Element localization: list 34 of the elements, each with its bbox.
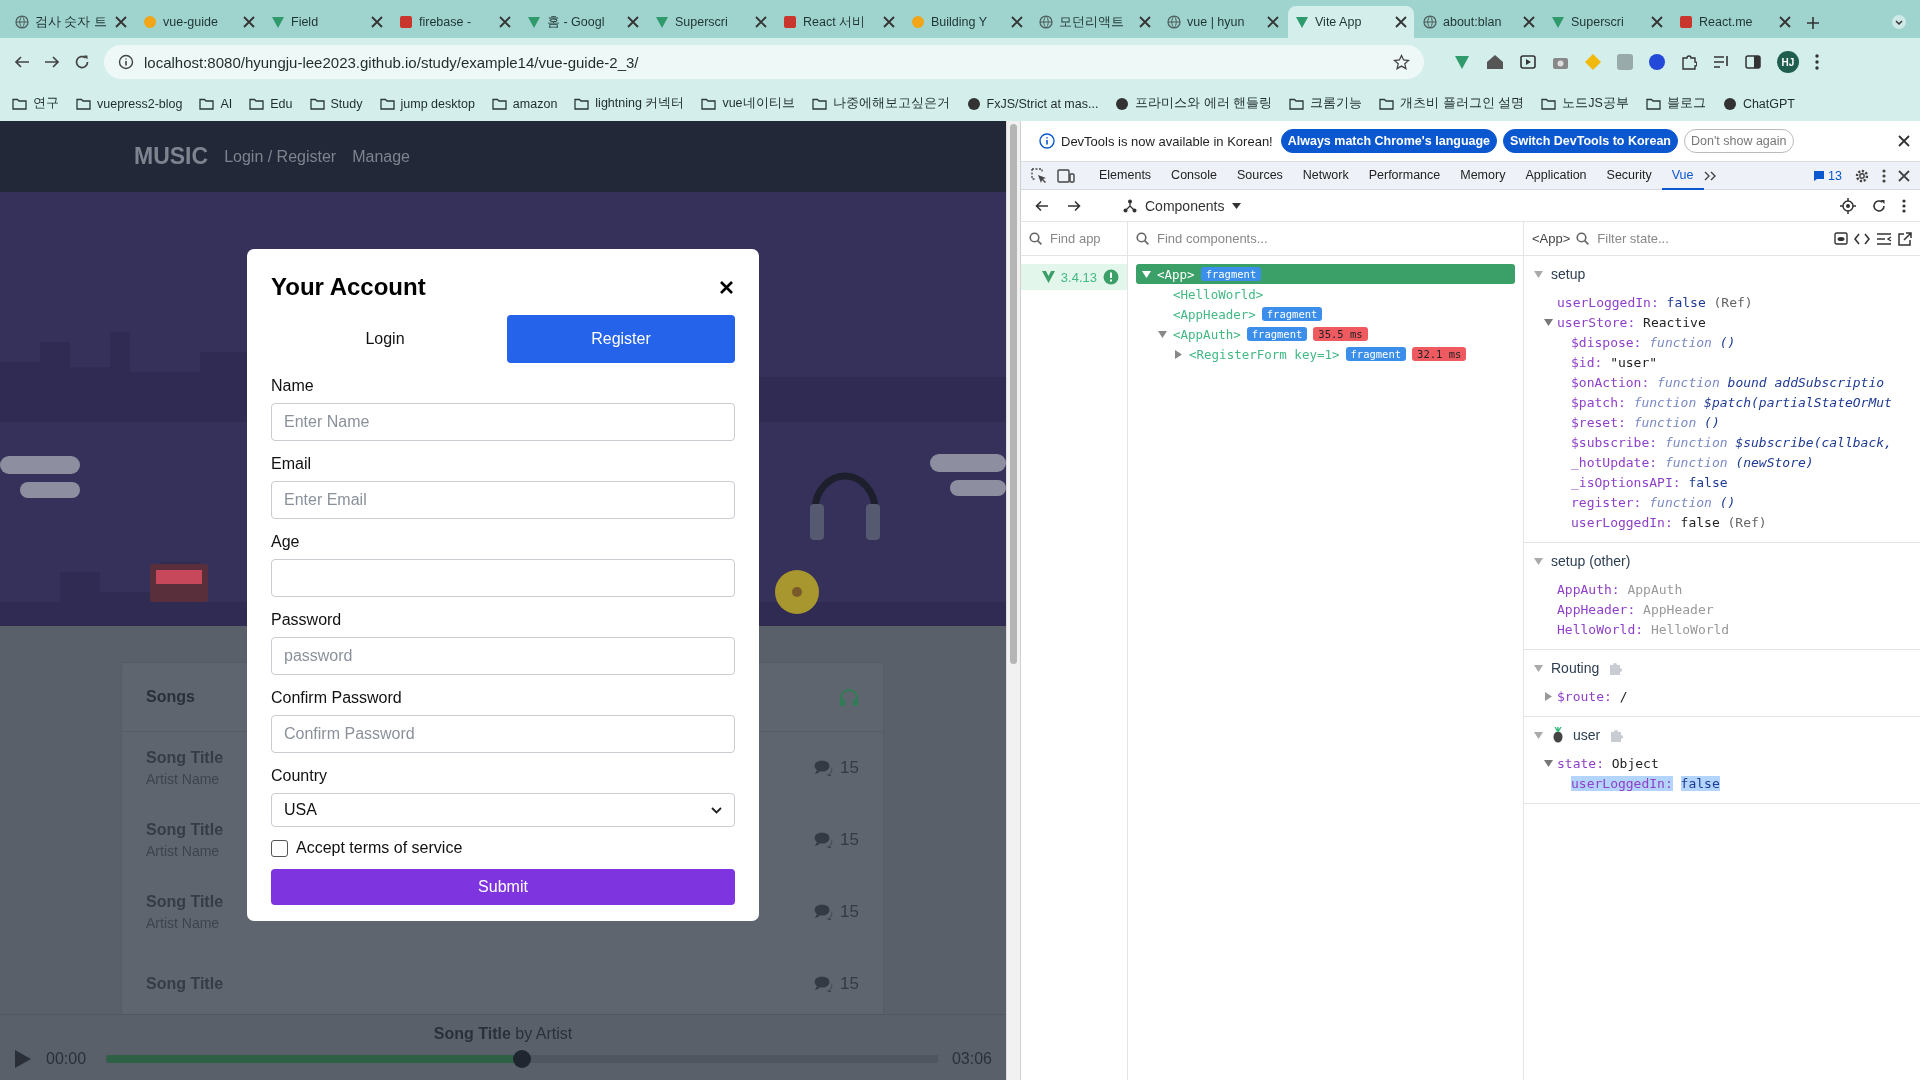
fragment-badge: fragment <box>1246 327 1308 341</box>
timing-badge: 32.1 ms <box>1412 347 1467 361</box>
state-entry: state: Object <box>1557 755 1659 771</box>
notice-text: DevTools is now available in Korean! <box>1061 133 1273 149</box>
field-label: Name <box>271 377 315 395</box>
state-entry: $patch: function $patch(partialStateOrMut <box>1571 394 1892 410</box>
state-entry: $id: "user" <box>1571 354 1658 370</box>
inspected-component: <App> <box>1532 231 1571 246</box>
field-label: Password <box>271 611 343 629</box>
field-label: Country <box>271 767 329 785</box>
state-entry: _hotUpdate: function (newStore) <box>1571 454 1814 470</box>
highlighted-state-entry: userLoggedIn: false <box>1571 775 1720 791</box>
fragment-badge: fragment <box>1261 307 1323 321</box>
state-entry: $route: / <box>1557 688 1628 704</box>
state-entry: HelloWorld: HelloWorld <box>1557 621 1730 637</box>
field-label: Confirm Password <box>271 689 403 707</box>
state-entry: $subscribe: function $subscribe(callback, <box>1571 434 1892 450</box>
field-label: Email <box>271 455 312 473</box>
timing-badge: 35.5 ms <box>1313 327 1368 341</box>
fragment-badge: fragment <box>1345 347 1407 361</box>
state-entry: AppAuth: AppAuth <box>1557 581 1683 597</box>
checkbox-label: Accept terms of service <box>296 839 463 857</box>
state-entry: $dispose: function () <box>1571 334 1736 350</box>
dialog-title: Your Account <box>271 273 426 301</box>
state-entry: _isOptionsAPI: false <box>1571 474 1728 490</box>
state-entry: register: function () <box>1571 494 1736 510</box>
state-entry: userStore: Reactive <box>1557 314 1706 330</box>
state-entry: AppHeader: AppHeader <box>1557 601 1714 617</box>
state-entry: userLoggedIn: false (Ref) <box>1557 294 1753 310</box>
fragment-badge: fragment <box>1200 267 1262 281</box>
field-label: Age <box>271 533 301 551</box>
state-entry: $reset: function () <box>1571 414 1720 430</box>
state-entry: userLoggedIn: false (Ref) <box>1571 514 1767 530</box>
state-entry: $onAction: function bound addSubscriptio <box>1571 374 1885 390</box>
